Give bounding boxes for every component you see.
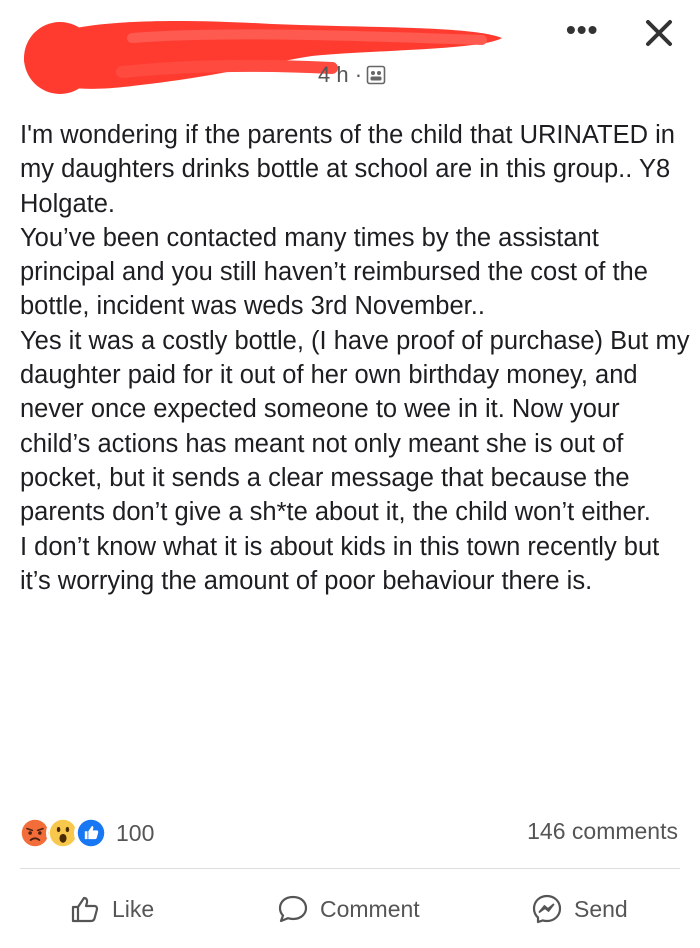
close-icon[interactable] bbox=[640, 14, 678, 52]
post-header: 4 h · ••• bbox=[0, 0, 700, 110]
like-button[interactable]: Like bbox=[68, 884, 154, 934]
reaction-count: 100 bbox=[116, 819, 155, 846]
post-paragraph: Yes it was a costly bottle, (I have proo… bbox=[20, 326, 690, 527]
action-divider bbox=[20, 868, 680, 869]
more-options-button[interactable]: ••• bbox=[566, 16, 598, 44]
thumbs-up-icon bbox=[71, 896, 99, 923]
send-button[interactable]: Send bbox=[530, 884, 628, 934]
like-reaction-icon bbox=[74, 816, 108, 850]
post-timestamp: 4 h · bbox=[318, 62, 386, 88]
reactions-summary[interactable]: 100 bbox=[18, 816, 154, 850]
post-paragraph: I don’t know what it is about kids in th… bbox=[20, 532, 660, 595]
post-paragraph: I'm wondering if the parents of the chil… bbox=[20, 121, 675, 218]
send-label: Send bbox=[574, 895, 628, 922]
like-label: Like bbox=[112, 895, 155, 922]
redacted-author-name bbox=[24, 20, 502, 94]
comment-label: Comment bbox=[320, 895, 420, 922]
post-body: I'm wondering if the parents of the chil… bbox=[20, 118, 692, 598]
comment-button[interactable]: Comment bbox=[276, 884, 420, 934]
globe-icon bbox=[366, 65, 386, 85]
messenger-icon bbox=[532, 894, 562, 924]
comments-count-link[interactable]: 146 comments bbox=[527, 818, 678, 845]
comment-icon bbox=[278, 895, 308, 923]
timestamp-text: 4 h · bbox=[318, 62, 363, 87]
action-bar: Like Comment Send bbox=[0, 884, 700, 934]
more-options-icon: ••• bbox=[566, 14, 599, 45]
post-paragraph: You’ve been contacted many times by the … bbox=[20, 223, 648, 321]
